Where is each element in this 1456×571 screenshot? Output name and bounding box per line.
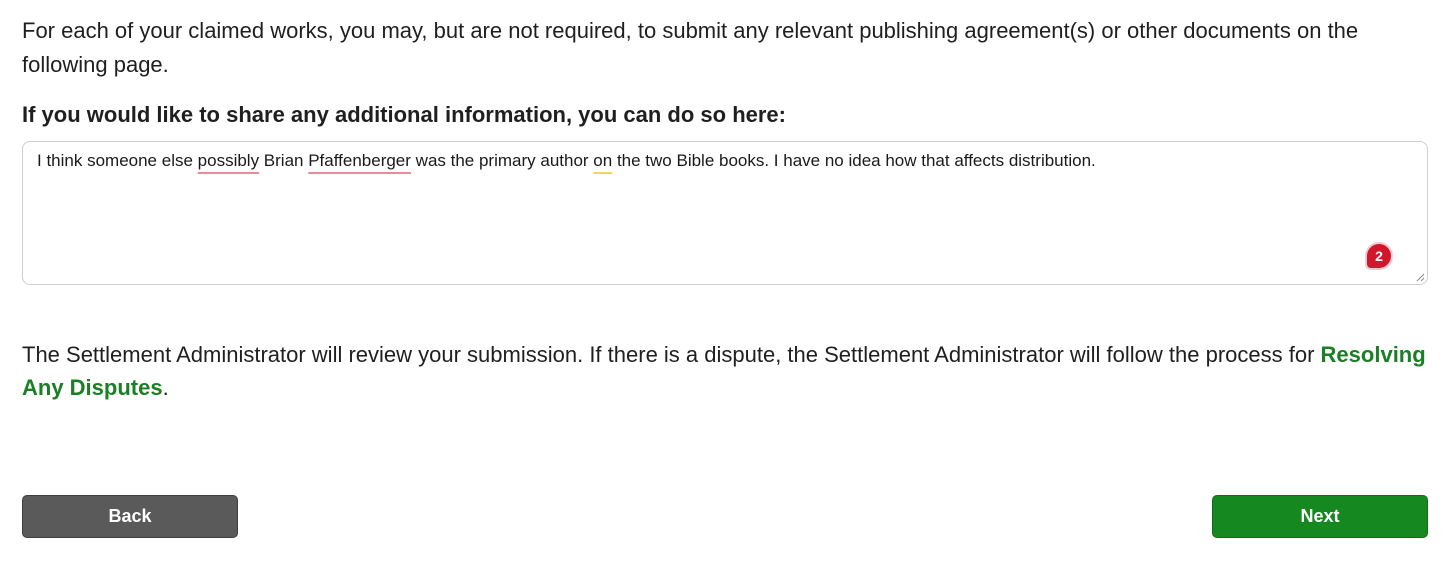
review-text: The Settlement Administrator will review…	[22, 342, 1321, 367]
grammar-flag-on[interactable]: on	[593, 151, 612, 170]
back-button[interactable]: Back	[22, 495, 238, 538]
grammar-checker-badge-icon[interactable]: 2	[1365, 242, 1393, 270]
spelling-flag-possibly[interactable]: possibly	[198, 151, 259, 170]
review-text-end: .	[162, 375, 169, 400]
spelling-flag-pfaffenberger[interactable]: Pfaffenberger	[308, 151, 411, 170]
text-segment: was the primary author	[410, 151, 594, 170]
next-button[interactable]: Next	[1212, 495, 1428, 538]
resize-handle-icon[interactable]	[1415, 272, 1425, 282]
additional-info-label: If you would like to share any additiona…	[22, 102, 786, 127]
textarea-content[interactable]: I think someone else possibly Brian Pfaf…	[37, 149, 1096, 173]
text-segment: Brian	[259, 151, 309, 170]
intro-paragraph: For each of your claimed works, you may,…	[22, 18, 1359, 77]
text-segment: I think someone else	[37, 151, 198, 170]
additional-info-textarea[interactable]: I think someone else possibly Brian Pfaf…	[22, 141, 1428, 285]
review-paragraph: The Settlement Administrator will review…	[22, 338, 1442, 404]
text-segment: the two Bible books. I have no idea how …	[612, 151, 1096, 170]
